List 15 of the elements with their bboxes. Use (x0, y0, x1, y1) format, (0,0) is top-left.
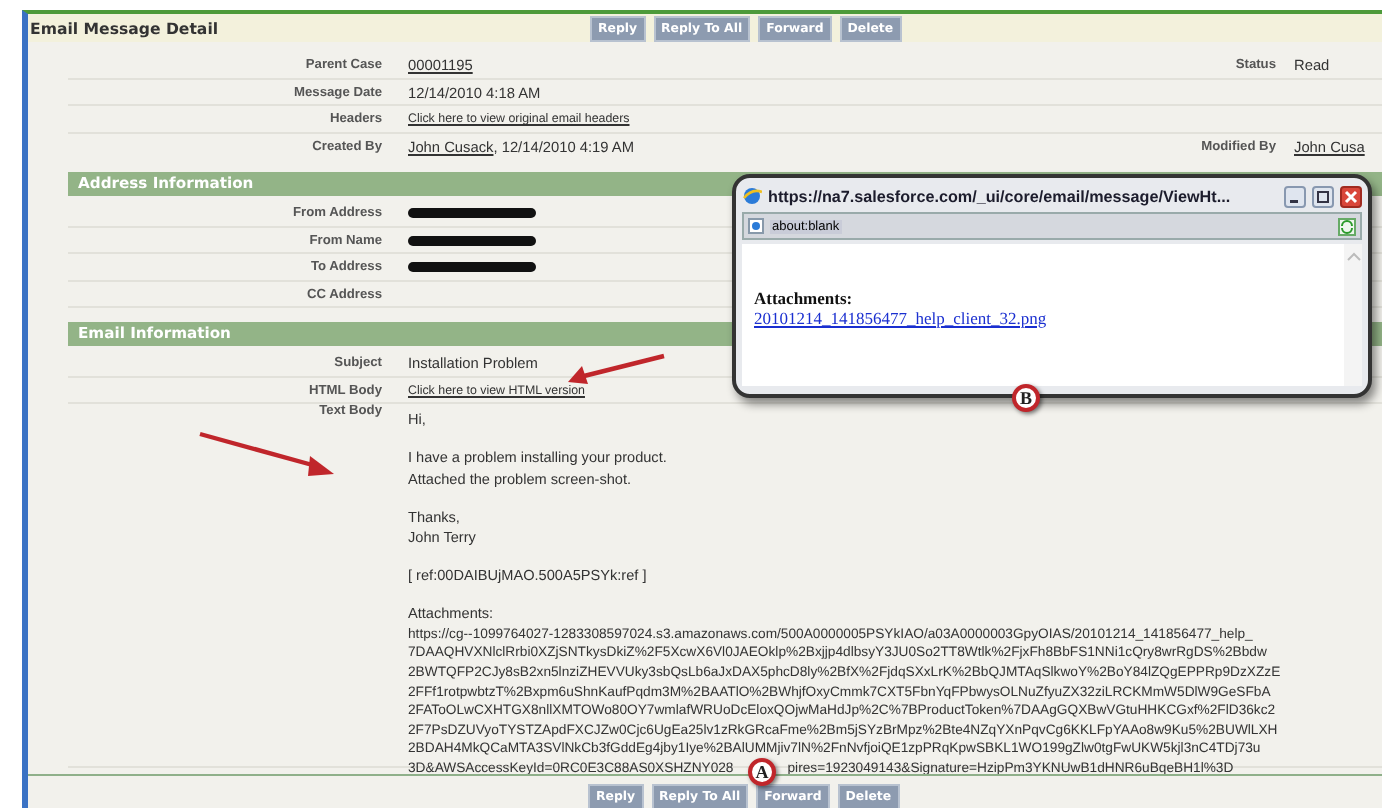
browser-icon (742, 186, 762, 206)
redaction-mark (408, 262, 536, 273)
close-icon (1344, 189, 1358, 203)
close-button[interactable] (1340, 185, 1362, 207)
refresh-icon[interactable] (1338, 217, 1356, 235)
maximize-button[interactable] (1312, 185, 1334, 207)
attachments-heading: Attachments: (754, 288, 853, 308)
attachment-link[interactable]: 20101214_141856477_help_client_32.png (754, 308, 1047, 328)
minimize-button[interactable] (1284, 185, 1306, 207)
maximize-icon (1316, 189, 1330, 203)
arrow-annotation (199, 431, 334, 476)
redaction-mark (408, 235, 536, 246)
redaction-mark (408, 208, 536, 219)
page-icon (748, 218, 764, 234)
arrow-annotation (568, 353, 665, 384)
